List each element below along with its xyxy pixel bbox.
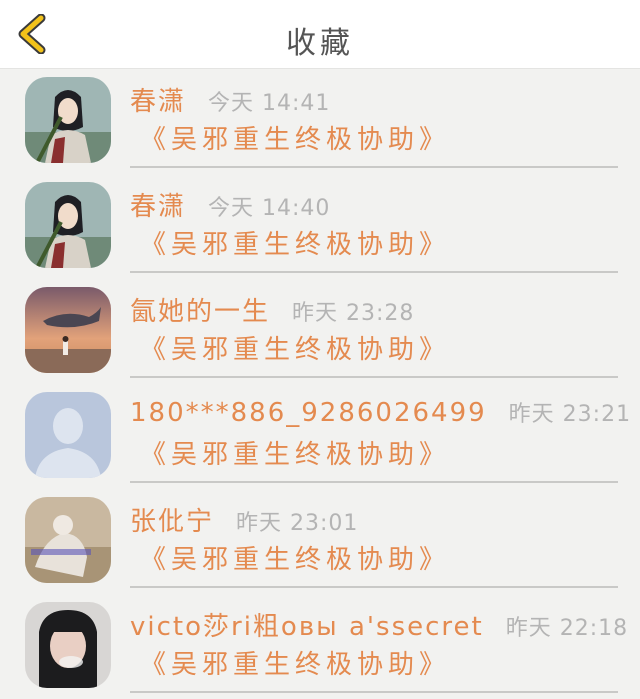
item-name[interactable]: 180***886_9286026499	[130, 398, 487, 428]
item-name[interactable]: 张仳宁	[130, 501, 214, 538]
item-name[interactable]: 春潇	[130, 186, 186, 223]
avatar-sunset-whale[interactable]	[25, 287, 111, 373]
item-message[interactable]: 《吴邪重生终极协助》	[140, 224, 450, 261]
divider	[130, 376, 618, 378]
item-meta: 春潇 今天 14:40	[130, 186, 620, 222]
page-title: 收藏	[286, 26, 354, 61]
divider	[130, 166, 618, 168]
item-message[interactable]: 《吴邪重生终极协助》	[140, 329, 450, 366]
item-message[interactable]: 《吴邪重生终极协助》	[140, 119, 450, 156]
favorites-list: 春潇 今天 14:41 《吴邪重生终极协助》 春潇 今天 14:40 《吴邪重生…	[0, 69, 640, 699]
list-item[interactable]: 春潇 今天 14:40 《吴邪重生终极协助》	[0, 174, 640, 279]
item-meta: 氤她的一生 昨天 23:28	[130, 291, 620, 327]
item-meta: 春潇 今天 14:41	[130, 81, 620, 117]
item-time: 昨天 23:01	[236, 511, 359, 536]
item-name[interactable]: 春潇	[130, 81, 186, 118]
avatar-anime-character[interactable]	[25, 77, 111, 163]
item-message[interactable]: 《吴邪重生终极协助》	[140, 539, 450, 576]
item-name[interactable]: victo莎ri粗овы a'ssecret	[130, 606, 484, 643]
divider	[130, 586, 618, 588]
avatar-anime-character[interactable]	[25, 182, 111, 268]
item-message[interactable]: 《吴邪重生终极协助》	[140, 644, 450, 681]
avatar-portrait-photo[interactable]	[25, 602, 111, 688]
list-item[interactable]: 180***886_9286026499 昨天 23:21 《吴邪重生终极协助》	[0, 384, 640, 489]
item-time: 昨天 22:18	[505, 616, 629, 641]
top-bar: 收藏	[0, 0, 640, 69]
item-time: 昨天 23:28	[292, 301, 415, 326]
item-name[interactable]: 氤她的一生	[130, 291, 270, 328]
item-meta: 180***886_9286026499 昨天 23:21	[130, 396, 630, 432]
item-time: 昨天 23:21	[508, 402, 632, 427]
item-message[interactable]: 《吴邪重生终极协助》	[140, 434, 450, 471]
avatar-default-person[interactable]	[25, 392, 111, 478]
list-item[interactable]: 春潇 今天 14:41 《吴邪重生终极协助》	[0, 69, 640, 174]
list-item[interactable]: victo莎ri粗овы a'ssecret 昨天 22:18 《吴邪重生终极协…	[0, 594, 640, 699]
divider	[130, 691, 618, 693]
list-item[interactable]: 张仳宁 昨天 23:01 《吴邪重生终极协助》	[0, 489, 640, 594]
list-item[interactable]: 氤她的一生 昨天 23:28 《吴邪重生终极协助》	[0, 279, 640, 384]
item-meta: 张仳宁 昨天 23:01	[130, 501, 620, 537]
item-meta: victo莎ri粗овы a'ssecret 昨天 22:18	[130, 606, 627, 643]
item-time: 今天 14:41	[208, 91, 331, 116]
item-time: 今天 14:40	[208, 196, 331, 221]
divider	[130, 481, 618, 483]
avatar-photo-person[interactable]	[25, 497, 111, 583]
divider	[130, 271, 618, 273]
